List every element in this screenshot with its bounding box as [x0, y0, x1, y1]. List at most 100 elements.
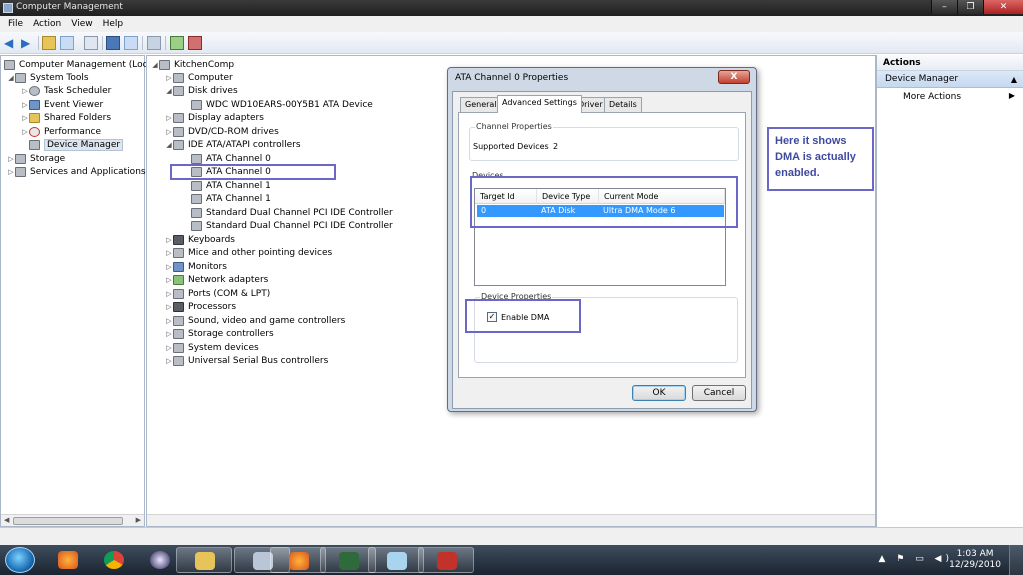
- collapse-arrow-icon[interactable]: ◢: [165, 141, 173, 149]
- collapse-arrow-icon[interactable]: ◢: [151, 61, 159, 69]
- tab-details[interactable]: Details: [604, 97, 642, 112]
- taskbar-explorer[interactable]: [176, 547, 232, 573]
- tree-item-device-manager[interactable]: Device Manager: [29, 138, 124, 151]
- tree-root[interactable]: Computer Management (Local: [4, 58, 156, 71]
- actions-section-device-manager[interactable]: Device Manager ▲: [877, 71, 1023, 88]
- horizontal-scrollbar[interactable]: [147, 514, 875, 526]
- expand-arrow-icon[interactable]: ▷: [165, 344, 173, 352]
- taskbar-firefox-window[interactable]: [270, 547, 326, 573]
- device-item[interactable]: ATA Channel 1: [183, 193, 271, 206]
- forward-arrow-icon[interactable]: ▶: [20, 36, 34, 50]
- taskbar-notepad[interactable]: [368, 547, 424, 573]
- expand-arrow-icon[interactable]: ▷: [165, 303, 173, 311]
- device-item[interactable]: ATA Channel 1: [183, 179, 271, 192]
- expand-arrow-icon[interactable]: ▷: [165, 114, 173, 122]
- scan-hardware-icon[interactable]: [147, 36, 161, 50]
- expand-arrow-icon[interactable]: ▷: [165, 290, 173, 298]
- expand-arrow-icon[interactable]: ▷: [21, 87, 29, 95]
- collapse-arrow-icon[interactable]: ◢: [165, 87, 173, 95]
- device-category[interactable]: ▷ Monitors: [165, 260, 227, 273]
- clock[interactable]: 1:03 AM 12/29/2010: [949, 549, 1001, 571]
- properties-icon[interactable]: [84, 36, 98, 50]
- minimize-button[interactable]: –: [931, 0, 957, 14]
- device-item[interactable]: Standard Dual Channel PCI IDE Controller: [183, 206, 393, 219]
- dialog-close-button[interactable]: X: [718, 70, 750, 84]
- more-actions-link[interactable]: More Actions ▶: [877, 88, 1023, 104]
- expand-arrow-icon[interactable]: ▷: [165, 128, 173, 136]
- menu-view[interactable]: View: [67, 16, 98, 32]
- device-category[interactable]: ▷ Sound, video and game controllers: [165, 314, 345, 327]
- show-hide-action-pane-icon[interactable]: [124, 36, 138, 50]
- collapse-triangle-icon[interactable]: ▲: [1011, 75, 1017, 84]
- device-category[interactable]: ◢ IDE ATA/ATAPI controllers: [165, 139, 301, 152]
- device-item[interactable]: WDC WD10EARS-00Y5B1 ATA Device: [183, 98, 373, 111]
- expand-arrow-icon[interactable]: ▷: [165, 276, 173, 284]
- menu-action[interactable]: Action: [29, 16, 67, 32]
- tree-item-event-viewer[interactable]: ▷ Event Viewer: [21, 98, 103, 111]
- devices-list[interactable]: Target Id Device Type Current Mode 0 ATA…: [474, 188, 726, 286]
- tree-item-services-and-applications[interactable]: ▷ Services and Applications: [7, 165, 146, 178]
- column-device-type[interactable]: Device Type: [537, 189, 599, 204]
- tree-item-system-tools[interactable]: ◢ System Tools: [7, 71, 89, 84]
- help-icon[interactable]: [106, 36, 120, 50]
- update-driver-icon[interactable]: [170, 36, 184, 50]
- close-button[interactable]: ✕: [983, 0, 1023, 14]
- expand-arrow-icon[interactable]: ▷: [21, 128, 29, 136]
- device-item[interactable]: Standard Dual Channel PCI IDE Controller: [183, 220, 393, 233]
- uninstall-device-icon[interactable]: [188, 36, 202, 50]
- taskbar-app-64[interactable]: [418, 547, 474, 573]
- cancel-button[interactable]: Cancel: [692, 385, 746, 401]
- expand-arrow-icon[interactable]: ▷: [165, 317, 173, 325]
- menu-file[interactable]: File: [4, 16, 29, 32]
- expand-arrow-icon[interactable]: ▷: [21, 101, 29, 109]
- maximize-button[interactable]: ❐: [957, 0, 983, 14]
- tree-item-storage[interactable]: ▷ Storage: [7, 152, 65, 165]
- start-button[interactable]: [5, 547, 35, 573]
- enable-dma-checkbox[interactable]: ✓ Enable DMA: [487, 312, 549, 322]
- scroll-left-icon[interactable]: ◀: [4, 516, 9, 524]
- expand-arrow-icon[interactable]: ▷: [165, 249, 173, 257]
- tab-advanced-settings[interactable]: Advanced Settings: [497, 95, 582, 113]
- tree-item-performance[interactable]: ▷ Performance: [21, 125, 101, 138]
- ok-button[interactable]: OK: [632, 385, 686, 401]
- device-category[interactable]: ▷ Mice and other pointing devices: [165, 247, 332, 260]
- menu-help[interactable]: Help: [99, 16, 130, 32]
- device-category[interactable]: ▷ Universal Serial Bus controllers: [165, 355, 328, 368]
- expand-arrow-icon[interactable]: ▷: [7, 168, 15, 176]
- device-category[interactable]: ▷ Keyboards: [165, 233, 235, 246]
- device-category[interactable]: ▷ System devices: [165, 341, 259, 354]
- up-folder-icon[interactable]: [42, 36, 56, 50]
- expand-arrow-icon[interactable]: ▷: [165, 236, 173, 244]
- tree-item-shared-folders[interactable]: ▷ Shared Folders: [21, 111, 111, 124]
- device-category[interactable]: ▷ Computer: [165, 71, 233, 84]
- scroll-right-icon[interactable]: ▶: [136, 516, 141, 524]
- collapse-arrow-icon[interactable]: ◢: [7, 74, 15, 82]
- scrollbar-thumb[interactable]: [13, 517, 123, 525]
- expand-arrow-icon[interactable]: ▷: [7, 155, 15, 163]
- show-hide-tree-icon[interactable]: [60, 36, 74, 50]
- column-target-id[interactable]: Target Id: [475, 189, 537, 204]
- device-category[interactable]: ◢ Disk drives: [165, 85, 238, 98]
- expand-arrow-icon[interactable]: ▷: [165, 263, 173, 271]
- system-tray[interactable]: ▲ ⚑ ▭ ◀): [878, 554, 953, 564]
- back-arrow-icon[interactable]: ◀: [3, 36, 17, 50]
- device-item[interactable]: ATA Channel 0: [183, 152, 271, 165]
- expand-arrow-icon[interactable]: ▷: [165, 74, 173, 82]
- checkbox-checked-icon[interactable]: ✓: [487, 312, 497, 322]
- horizontal-scrollbar[interactable]: ◀ ▶: [1, 514, 144, 526]
- tree-item-task-scheduler[interactable]: ▷ Task Scheduler: [21, 84, 111, 97]
- expand-arrow-icon[interactable]: ▷: [165, 357, 173, 365]
- device-item[interactable]: ATA Channel 0: [183, 166, 271, 179]
- device-category[interactable]: ▷ Processors: [165, 301, 236, 314]
- show-desktop-button[interactable]: [1009, 545, 1023, 575]
- device-category[interactable]: ▷ Ports (COM & LPT): [165, 287, 270, 300]
- expand-arrow-icon[interactable]: ▷: [21, 114, 29, 122]
- tab-general[interactable]: General: [460, 97, 502, 112]
- device-tree-root[interactable]: ◢ KitchenComp: [151, 58, 234, 71]
- device-category[interactable]: ▷ Network adapters: [165, 274, 268, 287]
- expand-arrow-icon[interactable]: ▷: [165, 330, 173, 338]
- device-category[interactable]: ▷ Storage controllers: [165, 328, 274, 341]
- device-category[interactable]: ▷ DVD/CD-ROM drives: [165, 125, 279, 138]
- device-category[interactable]: ▷ Display adapters: [165, 112, 264, 125]
- device-row[interactable]: 0 ATA Disk Ultra DMA Mode 6: [477, 205, 724, 217]
